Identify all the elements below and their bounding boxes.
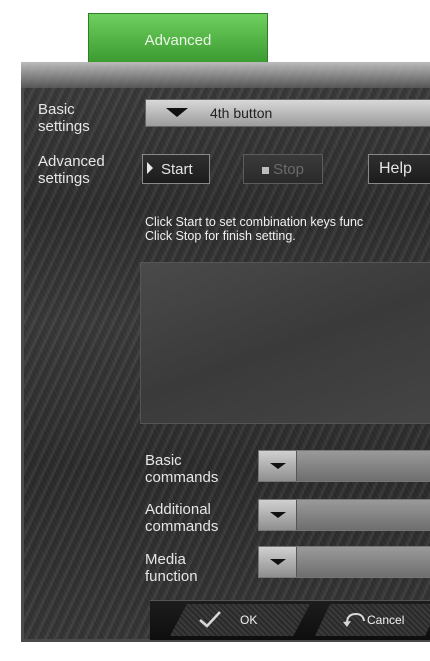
media-function-value (297, 547, 430, 577)
instruction-line-2: Click Stop for finish setting. (145, 229, 296, 243)
start-button-label: Start (161, 160, 193, 178)
instruction-text: Click Start to set combination keys func… (145, 215, 430, 243)
cancel-button-label: Cancel (367, 613, 405, 627)
media-function-select[interactable] (258, 546, 430, 578)
basic-commands-label: Basic commands (145, 452, 219, 486)
chevron-down-icon (259, 451, 297, 481)
chevron-down-icon (166, 105, 188, 121)
basic-settings-value: 4th button (210, 105, 273, 121)
media-function-label: Media function (145, 551, 198, 585)
basic-settings-select[interactable]: 4th button (145, 99, 430, 127)
tab-advanced[interactable]: Advanced (88, 13, 268, 63)
additional-commands-label: Additional commands (145, 501, 219, 535)
additional-commands-value (297, 500, 430, 530)
help-button[interactable]: Help (368, 154, 430, 184)
advanced-settings-label: Advanced settings (38, 153, 105, 187)
help-button-label: Help (379, 160, 412, 177)
basic-commands-select[interactable] (258, 450, 430, 482)
chevron-down-icon (259, 500, 297, 530)
ok-button-label: OK (240, 613, 258, 627)
play-icon (147, 161, 153, 178)
checkmark-icon (198, 610, 222, 631)
additional-commands-select[interactable] (258, 499, 430, 531)
stop-icon (262, 161, 270, 178)
ok-button[interactable]: OK (170, 604, 310, 636)
basic-commands-value (297, 451, 430, 481)
basic-settings-label: Basic settings (38, 101, 90, 135)
start-button[interactable]: Start (142, 154, 210, 184)
panel-header-strip (21, 62, 430, 88)
key-combination-display (140, 262, 430, 424)
undo-arrow-icon (343, 611, 365, 630)
instruction-line-1: Click Start to set combination keys func (145, 215, 364, 229)
stop-button-label: Stop (273, 160, 304, 178)
tab-advanced-label: Advanced (144, 32, 212, 49)
stop-button[interactable]: Stop (243, 154, 323, 184)
cancel-button[interactable]: Cancel (315, 604, 430, 636)
chevron-down-icon (259, 547, 297, 577)
